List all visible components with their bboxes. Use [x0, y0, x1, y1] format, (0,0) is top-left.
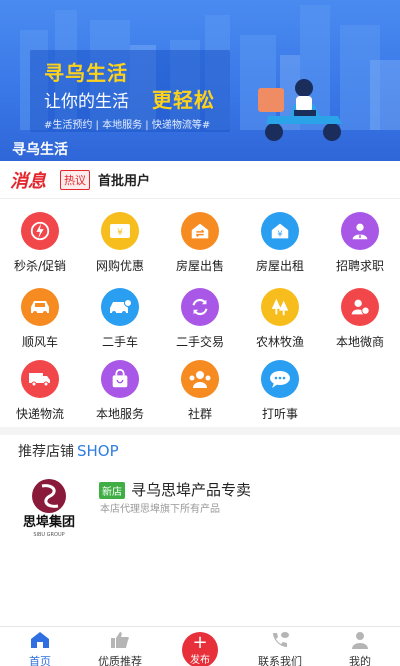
- publish-button[interactable]: + 发布: [182, 632, 218, 666]
- nav-mine-label: 我的: [349, 655, 371, 666]
- phone-chat-icon: [273, 632, 289, 647]
- used-car-icon: [101, 288, 139, 326]
- news-logo: 消息: [10, 170, 46, 192]
- service-second-hand[interactable]: 二手交易: [160, 284, 240, 354]
- publish-label: 发布: [190, 655, 210, 666]
- service-label: 农林牧渔: [255, 335, 304, 349]
- thumbs-up-icon: [111, 632, 129, 648]
- service-flash-sale[interactable]: 秒杀/促销: [0, 208, 80, 278]
- plus-icon: +: [192, 632, 208, 653]
- svg-text:SIBU GROUP: SIBU GROUP: [33, 532, 64, 538]
- banner-highlight: 更轻松: [152, 88, 215, 112]
- service-label: 秒杀/促销: [13, 259, 67, 273]
- news-ticker[interactable]: 消息 热议 首批用户: [0, 161, 400, 199]
- svg-text:¥: ¥: [277, 229, 282, 239]
- house-swap-icon: [181, 212, 219, 250]
- svg-text:思埠集团: 思埠集团: [23, 514, 75, 530]
- service-local-services[interactable]: 本地服务: [80, 356, 160, 426]
- shop-card[interactable]: 思埠集团 SIBU GROUP 新店 寻乌思埠产品专卖 本店代理思埠旗下所有产品: [0, 468, 400, 543]
- service-label: 房屋出租: [255, 259, 304, 273]
- banner-headline: 寻乌生活: [44, 61, 128, 85]
- service-label: 快递物流: [15, 407, 64, 421]
- shop-name: 寻乌思埠产品专卖: [131, 481, 252, 499]
- nav-mine[interactable]: 我的: [320, 627, 400, 666]
- service-express-logistics[interactable]: 快递物流: [0, 356, 80, 426]
- service-label: 本地微商: [335, 335, 384, 349]
- service-label: 本地服务: [95, 407, 144, 421]
- shop-description: 本店代理思埠旗下所有产品: [100, 504, 220, 515]
- job-person-icon: [341, 212, 379, 250]
- news-headline[interactable]: 首批用户: [98, 170, 150, 189]
- user-icon: [352, 632, 368, 649]
- service-local-merchants[interactable]: 本地微商: [320, 284, 400, 354]
- service-label: 网购优惠: [95, 259, 144, 273]
- service-label: 招聘求职: [335, 259, 384, 273]
- house-yen-icon: ¥: [261, 212, 299, 250]
- nav-contact[interactable]: 联系我们: [240, 627, 320, 666]
- recycle-icon: [181, 288, 219, 326]
- truck-icon: [21, 360, 59, 398]
- new-shop-badge: 新店: [99, 482, 125, 499]
- recommend-section-title: 推荐店铺 SHOP: [18, 441, 119, 461]
- merchant-icon: [341, 288, 379, 326]
- section-divider: [0, 427, 400, 435]
- service-label: 二手车: [101, 335, 138, 349]
- service-house-sale[interactable]: 房屋出售: [160, 208, 240, 278]
- nav-contact-label: 联系我们: [258, 655, 302, 666]
- service-label: 社群: [187, 407, 212, 421]
- flash-icon: [21, 212, 59, 250]
- service-online-deals[interactable]: ¥ 网购优惠: [80, 208, 160, 278]
- hot-badge: 热议: [60, 169, 90, 190]
- service-carpool[interactable]: 顺风车: [0, 284, 80, 354]
- service-community[interactable]: 社群: [160, 356, 240, 426]
- service-house-rent[interactable]: ¥ 房屋出租: [240, 208, 320, 278]
- shopping-bag-icon: [101, 360, 139, 398]
- nav-home-label: 首页: [29, 655, 51, 666]
- home-icon: [31, 632, 49, 648]
- service-jobs[interactable]: 招聘求职: [320, 208, 400, 278]
- service-label: 打听事: [261, 407, 298, 421]
- banner-tags: #生活预约 | 本地服务 | 快递物流等#: [44, 120, 211, 131]
- service-label: 房屋出售: [175, 259, 224, 273]
- chat-icon: [261, 360, 299, 398]
- nav-home[interactable]: 首页: [0, 627, 80, 666]
- community-icon: [181, 360, 219, 398]
- service-inquiries[interactable]: 打听事: [240, 356, 320, 426]
- service-label: 二手交易: [175, 335, 224, 349]
- svg-text:¥: ¥: [117, 228, 123, 238]
- app-title: 寻乌生活: [12, 142, 68, 158]
- coupon-icon: ¥: [101, 212, 139, 250]
- banner-subline: 让你的生活: [44, 92, 129, 112]
- trees-icon: [261, 288, 299, 326]
- service-label: 顺风车: [21, 335, 58, 349]
- nav-featured[interactable]: 优质推荐: [80, 627, 160, 666]
- service-used-car[interactable]: 二手车: [80, 284, 160, 354]
- nav-featured-label: 优质推荐: [98, 655, 142, 666]
- shop-logo: 思埠集团 SIBU GROUP: [14, 476, 84, 540]
- car-icon: [21, 288, 59, 326]
- recommend-title-en: SHOP: [77, 442, 119, 460]
- recommend-title: 推荐店铺: [18, 444, 74, 460]
- service-agriculture[interactable]: 农林牧渔: [240, 284, 320, 354]
- hero-banner[interactable]: 寻乌生活 让你的生活 更轻松 #生活预约 | 本地服务 | 快递物流等# 寻乌生…: [0, 0, 400, 161]
- delivery-scooter-illustration: [258, 79, 342, 141]
